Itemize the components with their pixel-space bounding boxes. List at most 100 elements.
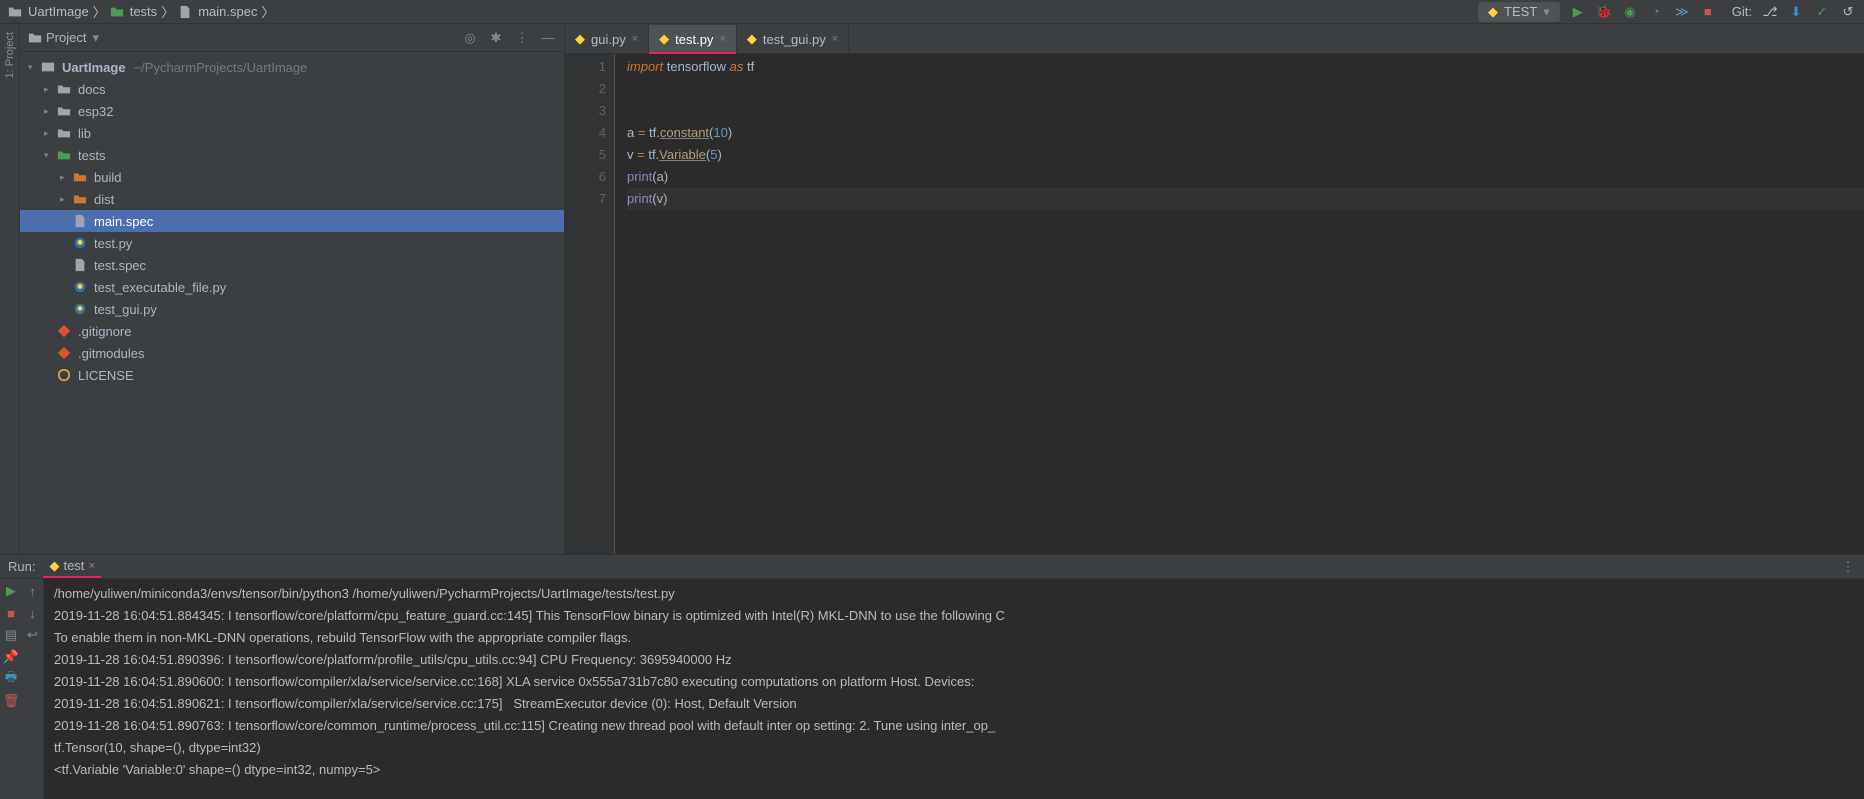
breadcrumb[interactable]: UartImage 〉 tests 〉 main.spec 〉 [8, 2, 274, 21]
tree-item[interactable]: ●test.py [20, 232, 564, 254]
rerun-button[interactable]: ▶ [3, 583, 19, 599]
folder-icon [56, 82, 72, 96]
expand-arrow-icon[interactable]: ▾ [28, 62, 40, 73]
console-line: To enable them in non-MKL-DNN operations… [54, 627, 1854, 649]
project-panel: Project ▾ ◎ ✱ ⋮ — ▾ UartImage ~/PycharmP… [20, 24, 565, 554]
breadcrumb-item[interactable]: UartImage [28, 4, 89, 19]
file-icon [178, 5, 192, 19]
tab-label: test_gui.py [763, 32, 826, 47]
line-number: 5 [565, 144, 606, 166]
delete-button[interactable]: 🗑 [3, 693, 19, 709]
tree-item[interactable]: LICENSE [20, 364, 564, 386]
print-button[interactable]: 🖶 [3, 671, 19, 687]
tree-item-label: .gitmodules [78, 346, 144, 361]
run-button[interactable]: ▶ [1570, 4, 1586, 20]
project-tree[interactable]: ▾ UartImage ~/PycharmProjects/UartImage … [20, 52, 564, 554]
tree-item[interactable]: ▸build [20, 166, 564, 188]
close-icon[interactable]: × [719, 33, 725, 45]
stop-button[interactable]: ■ [1700, 4, 1716, 20]
breadcrumb-separator: 〉 [161, 2, 174, 21]
locate-icon[interactable]: ◎ [462, 30, 478, 46]
run-tab[interactable]: ◆ test × [43, 556, 100, 578]
coverage-button[interactable]: ◉ [1622, 4, 1638, 20]
dropdown-icon[interactable]: ▾ [92, 30, 99, 46]
tree-item-label: test.spec [94, 258, 146, 273]
stop-button[interactable]: ■ [3, 605, 19, 621]
console-line: /home/yuliwen/miniconda3/envs/tensor/bin… [54, 583, 1854, 605]
code-line[interactable]: v = tf.Variable(5) [627, 144, 1864, 166]
tree-item[interactable]: ▸ lib [20, 122, 564, 144]
file-icon [72, 258, 88, 272]
hide-icon[interactable]: — [540, 30, 556, 46]
console-line: 2019-11-28 16:04:51.890396: I tensorflow… [54, 649, 1854, 671]
code-line[interactable] [627, 78, 1864, 100]
tool-window-project[interactable]: 1: Project [4, 28, 16, 82]
code-line[interactable]: print(a) [627, 166, 1864, 188]
expand-arrow-icon[interactable]: ▸ [60, 194, 72, 205]
git-history-icon[interactable]: ↺ [1840, 4, 1856, 20]
tree-item[interactable]: test.spec [20, 254, 564, 276]
close-icon[interactable]: × [832, 33, 838, 45]
tree-root[interactable]: ▾ UartImage ~/PycharmProjects/UartImage [20, 56, 564, 78]
tree-item[interactable]: ●test_gui.py [20, 298, 564, 320]
wrap-button[interactable]: ↩ [25, 627, 41, 643]
run-settings-icon[interactable]: ⋮ [1840, 559, 1856, 575]
collapse-icon[interactable]: ✱ [488, 30, 504, 46]
expand-arrow-icon[interactable]: ▾ [44, 150, 56, 161]
editor-area: ◆gui.py×◆test.py×◆test_gui.py× 1234567 i… [565, 24, 1864, 554]
module-icon [40, 60, 56, 74]
expand-arrow-icon[interactable]: ▸ [44, 128, 56, 139]
down-button[interactable]: ↓ [25, 605, 41, 621]
close-icon[interactable]: × [632, 33, 638, 45]
settings-icon[interactable]: ⋮ [514, 30, 530, 46]
editor-tab[interactable]: ◆test_gui.py× [737, 25, 849, 53]
profile-button[interactable]: ◔ [1648, 4, 1664, 20]
project-icon [28, 31, 42, 45]
code-line[interactable]: import tensorflow as tf [627, 56, 1864, 78]
run-label: Run: [8, 559, 35, 574]
tree-item[interactable]: .gitmodules [20, 342, 564, 364]
tree-item[interactable]: ▸esp32 [20, 100, 564, 122]
code-line[interactable]: a = tf.constant(10) [627, 122, 1864, 144]
tree-item[interactable]: ▸docs [20, 78, 564, 100]
git-commit-icon[interactable]: ✓ [1814, 4, 1830, 20]
svg-text:●: ● [77, 303, 84, 315]
code-content[interactable]: import tensorflow as tf a = tf.constant(1… [615, 54, 1864, 554]
code-editor[interactable]: 1234567 import tensorflow as tfa = tf.co… [565, 54, 1864, 554]
breadcrumb-item[interactable]: main.spec [198, 4, 257, 19]
tree-item[interactable]: ▸dist [20, 188, 564, 210]
tree-item[interactable]: ▾tests [20, 144, 564, 166]
run-config-selector[interactable]: ◆ TEST ▾ [1478, 2, 1560, 22]
expand-arrow-icon[interactable]: ▸ [44, 106, 56, 117]
run-toolbar-left: ▶ ■ ▤ 📌 🖶 🗑 [0, 579, 22, 799]
git-branch-icon[interactable]: ⎇ [1762, 4, 1778, 20]
expand-arrow-icon[interactable]: ▸ [60, 172, 72, 183]
run-tool-window: Run: ◆ test × ⋮ ▶ ■ ▤ 📌 🖶 🗑 ↑ ↓ ↩ /home/… [0, 554, 1864, 799]
debug-button[interactable]: 🐞 [1596, 4, 1612, 20]
run-config-label: TEST [1504, 4, 1537, 19]
up-button[interactable]: ↑ [25, 583, 41, 599]
tree-item[interactable]: main.spec [20, 210, 564, 232]
editor-tab[interactable]: ◆gui.py× [565, 25, 649, 53]
py-icon: ● [72, 302, 88, 316]
run-tab-label: test [63, 558, 84, 573]
close-icon[interactable]: × [88, 560, 94, 572]
breadcrumb-item[interactable]: tests [130, 4, 157, 19]
expand-arrow-icon[interactable]: ▸ [44, 84, 56, 95]
tree-item[interactable]: .gitignore [20, 320, 564, 342]
line-number: 7 [565, 188, 606, 210]
tree-root-path: ~/PycharmProjects/UartImage [134, 60, 308, 75]
concurrency-button[interactable]: ≫ [1674, 4, 1690, 20]
tree-root-label: UartImage [62, 60, 126, 75]
pin-button[interactable]: 📌 [3, 649, 19, 665]
console-output[interactable]: /home/yuliwen/miniconda3/envs/tensor/bin… [44, 579, 1864, 799]
tree-item[interactable]: ●test_executable_file.py [20, 276, 564, 298]
tree-item-label: .gitignore [78, 324, 131, 339]
code-line[interactable] [627, 100, 1864, 122]
editor-tab[interactable]: ◆test.py× [649, 25, 737, 53]
project-title[interactable]: Project [46, 30, 86, 45]
git-update-icon[interactable]: ⬇ [1788, 4, 1804, 20]
layout-button[interactable]: ▤ [3, 627, 19, 643]
code-line[interactable]: print(v) [627, 188, 1864, 210]
tree-item-label: lib [78, 126, 91, 141]
